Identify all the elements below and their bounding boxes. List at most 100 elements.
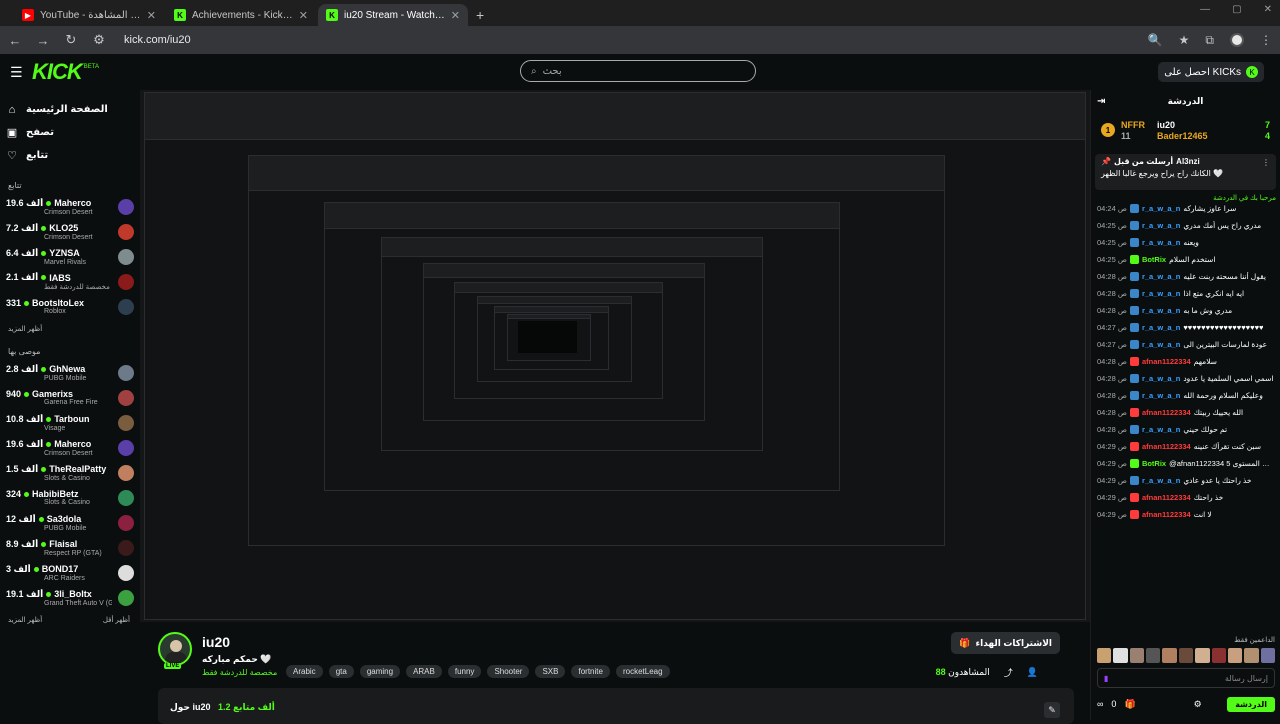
- video-player[interactable]: [140, 90, 1090, 622]
- profile-avatar-icon[interactable]: [1230, 33, 1244, 47]
- sidebar-channel[interactable]: 19.6 ألف Maherco Crimson Desert: [6, 194, 134, 219]
- supporter-emote[interactable]: [1195, 648, 1210, 663]
- close-icon[interactable]: ✕: [451, 9, 460, 22]
- browser-tab-youtube[interactable]: ▶ YouTube - ‏(516) سجل المشاهدة ✕: [14, 4, 164, 26]
- supporter-emote[interactable]: [1244, 648, 1259, 663]
- infinity-icon[interactable]: ∞: [1097, 699, 1103, 709]
- bookmark-star-icon[interactable]: ★: [1179, 33, 1190, 47]
- sidebar-channel[interactable]: 331 BootsItoLex Roblox: [6, 294, 134, 319]
- message-username[interactable]: r_a_w_a_n: [1142, 374, 1180, 383]
- minimize-icon[interactable]: —: [1200, 4, 1210, 15]
- zoom-icon[interactable]: 🔍: [1148, 33, 1163, 47]
- close-icon[interactable]: ✕: [299, 9, 308, 22]
- sidebar-channel[interactable]: 2.8 ألف GhNewa PUBG Mobile: [6, 360, 134, 385]
- supporter-emote[interactable]: [1211, 648, 1226, 663]
- message-username[interactable]: r_a_w_a_n: [1142, 204, 1180, 213]
- message-username[interactable]: r_a_w_a_n: [1142, 221, 1180, 230]
- message-username[interactable]: afnan1122334: [1142, 442, 1191, 451]
- get-kicks-button[interactable]: احصل على KICKs K: [1158, 62, 1264, 82]
- sidebar-channel[interactable]: 8.9 ألف Flaisal Respect RP (GTA): [6, 535, 134, 560]
- back-icon[interactable]: ←: [8, 33, 22, 48]
- extensions-icon[interactable]: ⧉: [1205, 33, 1214, 48]
- kick-logo[interactable]: KICK: [32, 59, 83, 85]
- stream-tag[interactable]: fortnite: [571, 665, 610, 678]
- message-username[interactable]: BotRix: [1142, 459, 1166, 468]
- stream-tag[interactable]: ARAB: [406, 665, 442, 678]
- stream-tag[interactable]: SXB: [535, 665, 566, 678]
- new-tab-button[interactable]: +: [470, 4, 484, 26]
- sidebar-channel[interactable]: 3 ألف BOND17 ARC Raiders: [6, 560, 134, 585]
- sidebar-channel[interactable]: 19.6 ألف Maherco Crimson Desert: [6, 435, 134, 460]
- message-username[interactable]: r_a_w_a_n: [1142, 272, 1180, 281]
- browser-menu-icon[interactable]: ⋮: [1260, 33, 1272, 47]
- gift-subs-button[interactable]: 🎁 الاشتراكات الهداء: [951, 632, 1060, 654]
- collapse-chat-icon[interactable]: ⇥: [1097, 96, 1105, 107]
- message-username[interactable]: r_a_w_a_n: [1142, 238, 1180, 247]
- sidebar-item-following[interactable]: ♡ تتابع: [6, 144, 134, 167]
- leaderboard-third-name[interactable]: Bader12465: [1157, 131, 1208, 141]
- hamburger-menu-icon[interactable]: ☰: [10, 64, 30, 81]
- leaderboard-second-name[interactable]: iu20: [1157, 120, 1208, 130]
- streamer-name[interactable]: iu20: [202, 634, 230, 650]
- sidebar-item-browse[interactable]: ▣ تصفح: [6, 121, 134, 144]
- follow-user-icon[interactable]: 👤: [1027, 667, 1038, 678]
- show-more-link[interactable]: أظهر المزيد: [8, 325, 42, 333]
- message-username[interactable]: r_a_w_a_n: [1142, 476, 1180, 485]
- supporter-emote[interactable]: [1146, 648, 1161, 663]
- stream-tag[interactable]: gta: [328, 665, 354, 678]
- message-username[interactable]: r_a_w_a_n: [1142, 289, 1180, 298]
- site-info-icon[interactable]: ⚙: [92, 32, 106, 48]
- supporter-emote[interactable]: [1097, 648, 1112, 663]
- supporter-emote[interactable]: [1178, 648, 1194, 663]
- edit-icon[interactable]: ✎: [1044, 702, 1060, 718]
- sidebar-channel[interactable]: 10.8 ألف Tarboun Visage: [6, 410, 134, 435]
- more-options-icon[interactable]: ⋮: [1262, 158, 1270, 167]
- sidebar-channel[interactable]: 2.1 ألف IABS مخصصة للدردشة فقط: [6, 269, 134, 294]
- sidebar-channel[interactable]: 12 ألف Sa3dola PUBG Mobile: [6, 510, 134, 535]
- settings-gear-icon[interactable]: ⚙: [1194, 699, 1202, 710]
- supporter-emote[interactable]: [1227, 648, 1243, 663]
- message-username[interactable]: r_a_w_a_n: [1142, 340, 1180, 349]
- stream-tag[interactable]: rocketLeag: [615, 665, 670, 678]
- share-icon[interactable]: ⤴: [1004, 666, 1013, 679]
- show-less-link[interactable]: أظهر أقل: [103, 616, 130, 624]
- mic-icon[interactable]: ▮: [1104, 674, 1108, 683]
- sidebar-channel[interactable]: 19.1 ألف 3li_BoltxGrand Theft Auto V (GTA…: [6, 585, 134, 610]
- supporter-emote[interactable]: [1113, 648, 1128, 663]
- message-username[interactable]: BotRix: [1142, 255, 1166, 264]
- close-icon[interactable]: ✕: [147, 9, 156, 22]
- pinned-user[interactable]: Al3nzi: [1176, 157, 1200, 166]
- sidebar-channel[interactable]: 940 Gamerixs Garena Free Fire: [6, 385, 134, 410]
- sidebar-channel[interactable]: 1.5 ألف TheRealPatty Slots & Casino: [6, 460, 134, 485]
- reload-icon[interactable]: ↻: [64, 32, 78, 48]
- browser-tab-iu20-stream[interactable]: K iu20 Stream - Watch Live on Kick ✕: [318, 4, 468, 26]
- gift-icon[interactable]: 🎁: [1124, 699, 1135, 710]
- message-username[interactable]: r_a_w_a_n: [1142, 391, 1180, 400]
- sidebar-item-home[interactable]: ⌂ الصفحة الرئيسية: [6, 98, 134, 121]
- chat-input[interactable]: ▮ إرسال رسالة: [1097, 668, 1275, 688]
- close-window-icon[interactable]: ✕: [1264, 4, 1272, 15]
- message-username[interactable]: afnan1122334: [1142, 493, 1191, 502]
- stream-tag[interactable]: funny: [447, 665, 482, 678]
- leaderboard-first-name[interactable]: NFFR: [1121, 120, 1145, 130]
- message-username[interactable]: afnan1122334: [1142, 357, 1191, 366]
- sidebar-channel[interactable]: 6.4 ألف YZNSA Marvel Rivals: [6, 244, 134, 269]
- maximize-icon[interactable]: ▢: [1232, 4, 1241, 15]
- stream-tag[interactable]: Shooter: [487, 665, 530, 678]
- message-username[interactable]: r_a_w_a_n: [1142, 323, 1180, 332]
- message-username[interactable]: afnan1122334: [1142, 510, 1191, 519]
- streamer-avatar[interactable]: [158, 632, 192, 666]
- stream-tag[interactable]: gaming: [359, 665, 401, 678]
- stream-category[interactable]: مخصصة للدردشة فقط: [202, 668, 277, 677]
- send-chat-button[interactable]: الدردشة: [1227, 696, 1275, 712]
- forward-icon[interactable]: →: [36, 33, 50, 48]
- search-input[interactable]: ⌕ بحث: [520, 60, 756, 82]
- browser-tab-kick-dashboard[interactable]: K Achievements - Kick Dashboard ✕: [166, 4, 316, 26]
- message-username[interactable]: r_a_w_a_n: [1142, 306, 1180, 315]
- sidebar-channel[interactable]: 324 HabibiBetz Slots & Casino: [6, 485, 134, 510]
- show-more-link[interactable]: أظهر المزيد: [8, 616, 42, 624]
- message-username[interactable]: afnan1122334: [1142, 408, 1191, 417]
- supporter-emote[interactable]: [1129, 648, 1145, 663]
- message-username[interactable]: r_a_w_a_n: [1142, 425, 1180, 434]
- supporter-emote[interactable]: [1260, 648, 1275, 663]
